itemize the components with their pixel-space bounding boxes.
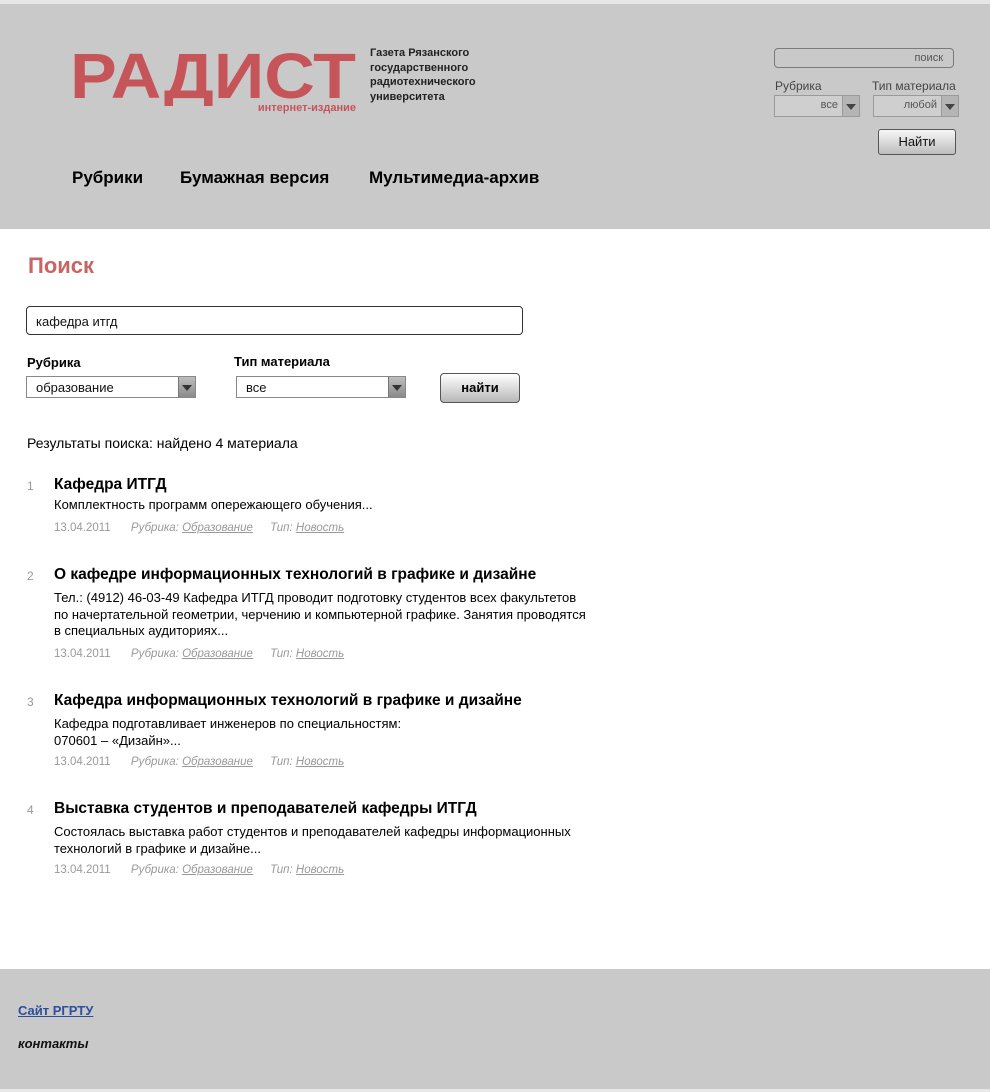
snippet-line: 070601 – «Дизайн»... [54, 732, 181, 748]
result-meta: 13.04.2011 Рубрика: Образование Тип: Нов… [54, 756, 344, 768]
result-meta: 13.04.2011 Рубрика: Образование Тип: Нов… [54, 648, 344, 660]
find-button[interactable]: найти [440, 373, 520, 403]
result-date: 13.04.2011 [54, 864, 111, 876]
page-title: Поиск [28, 253, 95, 278]
type-link[interactable]: Новость [296, 756, 344, 768]
nav-item-multimedia-archive[interactable]: Мультимедиа-архив [369, 168, 539, 188]
result-snippet: Комплектность программ опережающего обуч… [54, 497, 654, 514]
result-title-link[interactable]: Выставка студентов и преподавателей кафе… [54, 800, 477, 818]
type-meta-label: Тип: [270, 648, 293, 660]
chevron-down-icon[interactable] [388, 377, 405, 397]
result-meta: 13.04.2011 Рубрика: Образование Тип: Нов… [54, 522, 344, 534]
result-snippet: Тел.: (4912) 46-03-49 Кафедра ИТГД прово… [54, 590, 654, 640]
results-summary: Результаты поиска: найдено 4 материала [27, 435, 298, 451]
tagline-line: университета [370, 90, 445, 103]
type-label: Тип материала [234, 354, 330, 369]
snippet-line: Состоялась выставка работ студентов и пр… [54, 824, 571, 839]
result-meta: 13.04.2011 Рубрика: Образование Тип: Нов… [54, 864, 344, 876]
header-rubric-label: Рубрика [775, 79, 822, 93]
result-snippet: Состоялась выставка работ студентов и пр… [54, 824, 654, 857]
header-rubric-select[interactable]: все [774, 95, 860, 117]
snippet-line: Кафедра подготавливает инженеров по спец… [54, 716, 402, 731]
chevron-down-icon[interactable] [178, 377, 195, 397]
site-header: РАДИСТ интернет-издание Газета Рязанског… [0, 0, 990, 229]
header-type-label: Тип материала [872, 79, 956, 93]
rubric-meta-label: Рубрика: [130, 522, 179, 534]
snippet-line: технологий в графике и дизайне... [54, 840, 261, 856]
type-link[interactable]: Новость [296, 522, 344, 534]
rubric-link[interactable]: Образование [182, 864, 253, 876]
site-logo[interactable]: РАДИСТ интернет-издание [70, 44, 360, 114]
snippet-line: по начертательной геометрии, черчению и … [54, 606, 586, 622]
logo-wordmark: РАДИСТ [70, 44, 356, 106]
logo-subtitle: интернет-издание [257, 102, 356, 114]
snippet-line: Комплектность программ опережающего обуч… [54, 497, 373, 512]
tagline-line: радиотехнического [370, 76, 476, 88]
header-rubric-value: все [820, 99, 838, 111]
result-date: 13.04.2011 [54, 522, 111, 534]
rubric-link[interactable]: Образование [182, 648, 253, 660]
result-number: 1 [27, 479, 34, 493]
search-query-input[interactable]: кафедра итгд [26, 306, 523, 335]
rubric-meta-label: Рубрика: [130, 648, 179, 660]
nav-item-rubrics[interactable]: Рубрики [72, 168, 143, 188]
result-date: 13.04.2011 [54, 756, 111, 768]
rubric-label: Рубрика [27, 355, 81, 370]
type-link[interactable]: Новость [296, 648, 344, 660]
result-date: 13.04.2011 [54, 648, 111, 660]
chevron-down-icon[interactable] [941, 96, 958, 116]
tagline-line: государственного [370, 61, 469, 74]
logo-text: РАДИСТ [70, 44, 356, 106]
rubric-meta-label: Рубрика: [130, 756, 179, 768]
tagline-line: Газета Рязанского [370, 47, 470, 59]
result-title-link[interactable]: Кафедра ИТГД [54, 476, 167, 494]
result-snippet: Кафедра подготавливает инженеров по спец… [54, 716, 654, 749]
contacts-link[interactable]: контакты [18, 1036, 88, 1051]
result-number: 2 [27, 569, 34, 583]
type-meta-label: Тип: [270, 522, 293, 534]
rubric-meta-label: Рубрика: [130, 864, 179, 876]
snippet-line: Тел.: (4912) 46-03-49 Кафедра ИТГД прово… [54, 590, 577, 605]
header-type-value: любой [903, 99, 937, 111]
type-meta-label: Тип: [270, 756, 293, 768]
result-title-link[interactable]: О кафедре информационных технологий в гр… [54, 566, 536, 584]
rubric-select[interactable]: образование [26, 376, 196, 398]
university-site-link[interactable]: Сайт РГРТУ [18, 1003, 93, 1018]
type-link[interactable]: Новость [296, 864, 344, 876]
type-select-value: все [246, 380, 267, 395]
result-number: 4 [27, 803, 34, 817]
type-meta-label: Тип: [270, 864, 293, 876]
snippet-line: в специальных аудиториях... [54, 623, 229, 638]
site-footer: Сайт РГРТУ контакты [0, 969, 990, 1092]
result-title-link[interactable]: Кафедра информационных технологий в граф… [54, 692, 522, 710]
header-search-input[interactable]: поиск [774, 48, 954, 68]
type-select[interactable]: все [236, 376, 406, 398]
rubric-link[interactable]: Образование [182, 522, 253, 534]
header-type-select[interactable]: любой [873, 95, 959, 117]
result-number: 3 [27, 695, 34, 709]
nav-item-paper-version[interactable]: Бумажная версия [180, 168, 329, 188]
rubric-link[interactable]: Образование [182, 756, 253, 768]
site-tagline: Газета Рязанского государственного радио… [370, 46, 500, 104]
header-find-button[interactable]: Найти [878, 129, 956, 155]
chevron-down-icon[interactable] [842, 96, 859, 116]
rubric-select-value: образование [36, 380, 114, 395]
